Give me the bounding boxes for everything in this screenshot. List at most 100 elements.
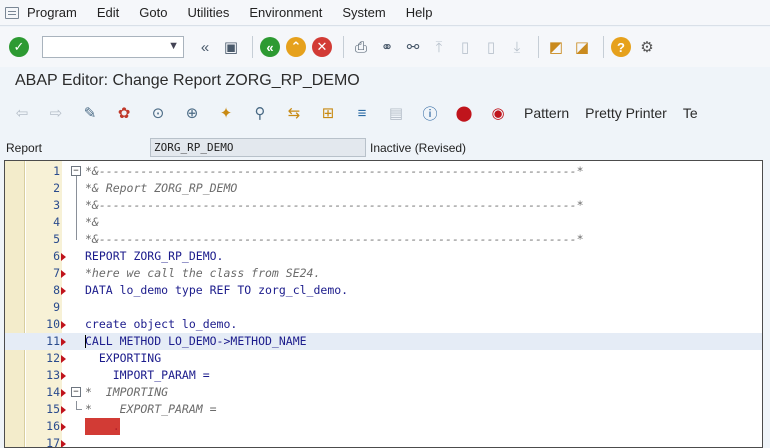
line-number: 11	[46, 334, 60, 348]
object-list-icon[interactable]: ⚲	[248, 101, 272, 125]
find-icon[interactable]: ⚭	[376, 36, 398, 58]
breakpoint-marker-icon[interactable]	[61, 287, 66, 295]
line-number: 2	[53, 181, 60, 195]
report-name-field: ZORG_RP_DEMO	[150, 138, 366, 157]
chevron-down-icon[interactable]: ▼	[168, 40, 179, 52]
code-editor[interactable]: 1− *&------------------------------------…	[4, 160, 763, 448]
menu-goto[interactable]: Goto	[139, 5, 167, 20]
toolbar-divider	[252, 36, 253, 58]
toolbar-divider	[343, 36, 344, 58]
code-line[interactable]: 6 REPORT ZORG_RP_DEMO.	[5, 248, 762, 265]
prev-page-icon[interactable]: ▯	[454, 36, 476, 58]
breakpoint-marker-icon[interactable]	[61, 406, 66, 414]
settings-icon[interactable]: ⚙	[636, 36, 658, 58]
code-line[interactable]: 16 .	[5, 418, 762, 435]
breakpoint-marker-icon[interactable]	[61, 355, 66, 363]
system-menu-icon[interactable]	[5, 6, 19, 19]
info-icon[interactable]: ⓘ	[418, 101, 442, 125]
last-page-icon[interactable]: ⤓	[506, 36, 528, 58]
code-line[interactable]: 11 CALL METHOD LO_DEMO->METHOD_NAME	[5, 333, 762, 350]
code-text: * IMPORTING	[85, 385, 169, 399]
hierarchy-icon[interactable]: ⊞	[316, 101, 340, 125]
code-line[interactable]: 4 *&	[5, 214, 762, 231]
activate-icon[interactable]: ✿	[112, 101, 136, 125]
menu-system[interactable]: System	[342, 5, 385, 20]
breakpoint-marker-icon[interactable]	[61, 270, 66, 278]
breakpoint-marker-icon[interactable]	[61, 440, 66, 447]
code-line[interactable]: 10 create object lo_demo.	[5, 316, 762, 333]
stack-icon[interactable]: ≡	[350, 101, 374, 125]
code-text: *&	[85, 215, 99, 229]
code-text: REPORT ZORG_RP_DEMO.	[85, 249, 224, 263]
help-icon[interactable]: ?	[610, 36, 632, 58]
breakpoint-marker-icon[interactable]	[61, 253, 66, 261]
toolbar-divider	[538, 36, 539, 58]
code-line[interactable]: 2 *& Report ZORG_RP_DEMO	[5, 180, 762, 197]
code-line[interactable]: 1 − *&------------------------------------…	[5, 163, 762, 180]
exit-icon[interactable]: ⌃	[285, 36, 307, 58]
line-number: 15	[46, 402, 60, 416]
code-line[interactable]: 7 *here we call the class from SE24.	[5, 265, 762, 282]
code-text: create object lo_demo.	[85, 317, 238, 331]
pattern-button[interactable]: Pattern	[524, 105, 569, 121]
code-line[interactable]: 12 EXPORTING	[5, 350, 762, 367]
check-icon[interactable]: ⊙	[146, 101, 170, 125]
display-change-icon[interactable]: ✎	[78, 101, 102, 125]
code-line[interactable]: 15 * EXPORT_PARAM =	[5, 401, 762, 418]
navigation-icon[interactable]: ⇆	[282, 101, 306, 125]
fold-toggle-icon[interactable]: −	[71, 166, 81, 176]
line-number: 13	[46, 368, 60, 382]
find-next-icon[interactable]: ⚯	[402, 36, 424, 58]
first-page-icon[interactable]: ⤒	[428, 36, 450, 58]
menu-environment[interactable]: Environment	[249, 5, 322, 20]
shortcut-icon[interactable]: ◪	[571, 36, 593, 58]
new-session-icon[interactable]: ◩	[545, 36, 567, 58]
more-button[interactable]: Te	[683, 105, 698, 121]
page-title: ABAP Editor: Change Report ZORG_RP_DEMO	[15, 72, 360, 89]
code-line[interactable]: 14 − * IMPORTING	[5, 384, 762, 401]
test-icon[interactable]: ✦	[214, 101, 238, 125]
code-line[interactable]: 3 *&-------------------------------------…	[5, 197, 762, 214]
breakpoint-marker-icon[interactable]	[61, 423, 66, 431]
code-text: IMPORT_PARAM =	[85, 368, 210, 382]
enter-icon[interactable]: ✓	[8, 36, 30, 58]
code-line[interactable]: 13 IMPORT_PARAM =	[5, 367, 762, 384]
code-text: *&--------------------------------------…	[85, 164, 584, 178]
session-breakpoint-icon[interactable]: ◉	[486, 101, 510, 125]
fold-end-marker	[76, 401, 82, 410]
breakpoint-marker-icon[interactable]	[61, 321, 66, 329]
code-line[interactable]: 8 DATA lo_demo type REF TO zorg_cl_demo.	[5, 282, 762, 299]
code-text: EXPORTING	[85, 351, 162, 365]
menu-edit[interactable]: Edit	[97, 5, 119, 20]
code-text: *& Report ZORG_RP_DEMO	[85, 181, 238, 195]
fold-toggle-icon[interactable]: −	[71, 387, 81, 397]
arrow-left-icon[interactable]: ⇦	[10, 101, 34, 125]
menu-program[interactable]: Program	[27, 5, 77, 20]
back-icon[interactable]: «	[259, 36, 281, 58]
menu-utilities[interactable]: Utilities	[187, 5, 229, 20]
line-number: 8	[53, 283, 60, 297]
double-chevron-left-icon[interactable]: «	[194, 36, 216, 58]
line-number: 14	[46, 385, 60, 399]
where-used-icon[interactable]: ⊕	[180, 101, 204, 125]
breakpoint-marker-icon[interactable]	[61, 389, 66, 397]
code-text: DATA lo_demo type REF TO zorg_cl_demo.	[85, 283, 349, 297]
breakpoint-icon[interactable]: ⬤	[452, 101, 476, 125]
next-page-icon[interactable]: ▯	[480, 36, 502, 58]
menu-help[interactable]: Help	[406, 5, 433, 20]
code-line[interactable]: 9	[5, 299, 762, 316]
documentation-icon[interactable]: ▤	[384, 101, 408, 125]
pretty-printer-button[interactable]: Pretty Printer	[585, 105, 667, 121]
command-field[interactable]: ▼	[42, 36, 184, 58]
code-line[interactable]: 17	[5, 435, 762, 448]
cancel-icon[interactable]: ✕	[311, 36, 333, 58]
line-number: 7	[53, 266, 60, 280]
save-icon[interactable]: ▣	[220, 36, 242, 58]
line-number: 17	[46, 436, 60, 448]
code-text: *here we call the class from SE24.	[85, 266, 321, 280]
breakpoint-marker-icon[interactable]	[61, 372, 66, 380]
breakpoint-marker-icon[interactable]	[61, 338, 66, 346]
arrow-right-icon[interactable]: ⇨	[44, 101, 68, 125]
print-icon[interactable]: ⎙	[350, 36, 372, 58]
code-line[interactable]: 5 *&-------------------------------------…	[5, 231, 762, 248]
